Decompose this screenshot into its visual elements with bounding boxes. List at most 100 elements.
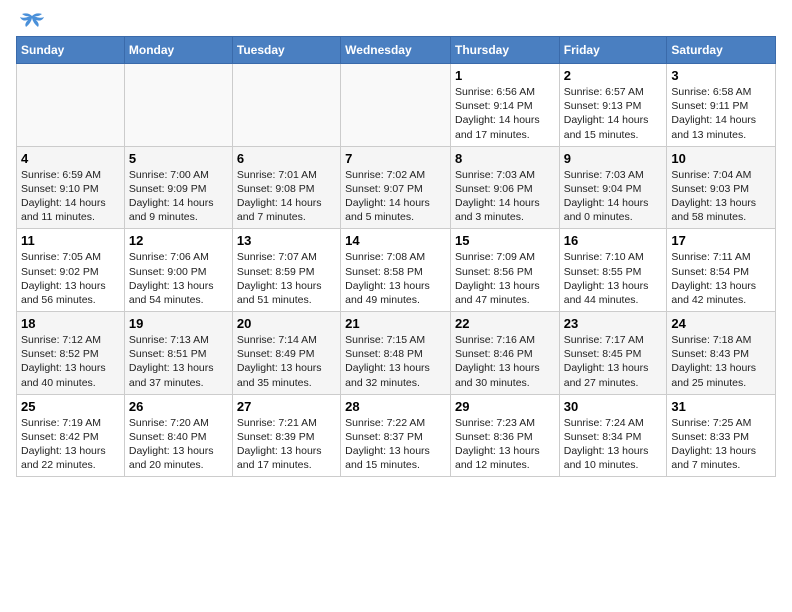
day-number: 29	[455, 399, 555, 414]
calendar-table: SundayMondayTuesdayWednesdayThursdayFrid…	[16, 36, 776, 477]
day-info: Sunrise: 7:04 AMSunset: 9:03 PMDaylight:…	[671, 168, 771, 225]
calendar-cell: 1 Sunrise: 6:56 AMSunset: 9:14 PMDaylight…	[450, 64, 559, 147]
day-number: 4	[21, 151, 120, 166]
day-info: Sunrise: 7:07 AMSunset: 8:59 PMDaylight:…	[237, 250, 336, 307]
calendar-cell	[17, 64, 125, 147]
day-info: Sunrise: 7:09 AMSunset: 8:56 PMDaylight:…	[455, 250, 555, 307]
day-number: 21	[345, 316, 446, 331]
calendar-week-row: 4 Sunrise: 6:59 AMSunset: 9:10 PMDaylight…	[17, 146, 776, 229]
day-number: 27	[237, 399, 336, 414]
calendar-cell: 11 Sunrise: 7:05 AMSunset: 9:02 PMDayligh…	[17, 229, 125, 312]
day-number: 13	[237, 233, 336, 248]
day-number: 26	[129, 399, 228, 414]
calendar-cell: 9 Sunrise: 7:03 AMSunset: 9:04 PMDaylight…	[559, 146, 667, 229]
calendar-week-row: 11 Sunrise: 7:05 AMSunset: 9:02 PMDayligh…	[17, 229, 776, 312]
day-number: 7	[345, 151, 446, 166]
day-number: 8	[455, 151, 555, 166]
day-info: Sunrise: 7:22 AMSunset: 8:37 PMDaylight:…	[345, 416, 446, 473]
day-of-week-header: Friday	[559, 37, 667, 64]
calendar-cell: 16Sunrise: 7:10 AMSunset: 8:55 PMDayligh…	[559, 229, 667, 312]
day-info: Sunrise: 7:01 AMSunset: 9:08 PMDaylight:…	[237, 168, 336, 225]
day-number: 1	[455, 68, 555, 83]
day-info: Sunrise: 6:59 AMSunset: 9:10 PMDaylight:…	[21, 168, 120, 225]
day-number: 31	[671, 399, 771, 414]
calendar-cell: 19 Sunrise: 7:13 AMSunset: 8:51 PMDayligh…	[124, 312, 232, 395]
calendar-cell: 7 Sunrise: 7:02 AMSunset: 9:07 PMDaylight…	[341, 146, 451, 229]
day-info: Sunrise: 7:12 AMSunset: 8:52 PMDaylight:…	[21, 333, 120, 390]
day-of-week-header: Tuesday	[232, 37, 340, 64]
day-info: Sunrise: 7:06 AMSunset: 9:00 PMDaylight:…	[129, 250, 228, 307]
calendar-cell: 22Sunrise: 7:16 AMSunset: 8:46 PMDayligh…	[450, 312, 559, 395]
day-info: Sunrise: 7:21 AMSunset: 8:39 PMDaylight:…	[237, 416, 336, 473]
day-info: Sunrise: 6:56 AMSunset: 9:14 PMDaylight:…	[455, 85, 555, 142]
day-of-week-header: Wednesday	[341, 37, 451, 64]
day-info: Sunrise: 7:23 AMSunset: 8:36 PMDaylight:…	[455, 416, 555, 473]
day-number: 2	[564, 68, 663, 83]
calendar-cell: 23Sunrise: 7:17 AMSunset: 8:45 PMDayligh…	[559, 312, 667, 395]
calendar-cell: 31Sunrise: 7:25 AMSunset: 8:33 PMDayligh…	[667, 394, 776, 477]
day-number: 24	[671, 316, 771, 331]
calendar-cell	[232, 64, 340, 147]
day-info: Sunrise: 7:02 AMSunset: 9:07 PMDaylight:…	[345, 168, 446, 225]
day-info: Sunrise: 7:03 AMSunset: 9:04 PMDaylight:…	[564, 168, 663, 225]
day-number: 19	[129, 316, 228, 331]
day-number: 18	[21, 316, 120, 331]
calendar-cell	[124, 64, 232, 147]
day-of-week-header: Saturday	[667, 37, 776, 64]
calendar-cell: 17 Sunrise: 7:11 AMSunset: 8:54 PMDayligh…	[667, 229, 776, 312]
calendar-week-row: 1 Sunrise: 6:56 AMSunset: 9:14 PMDaylight…	[17, 64, 776, 147]
day-info: Sunrise: 7:15 AMSunset: 8:48 PMDaylight:…	[345, 333, 446, 390]
calendar-cell: 25Sunrise: 7:19 AMSunset: 8:42 PMDayligh…	[17, 394, 125, 477]
day-number: 12	[129, 233, 228, 248]
calendar-cell: 27 Sunrise: 7:21 AMSunset: 8:39 PMDayligh…	[232, 394, 340, 477]
day-number: 22	[455, 316, 555, 331]
calendar-cell: 5Sunrise: 7:00 AMSunset: 9:09 PMDaylight…	[124, 146, 232, 229]
day-number: 17	[671, 233, 771, 248]
day-info: Sunrise: 7:18 AMSunset: 8:43 PMDaylight:…	[671, 333, 771, 390]
day-number: 9	[564, 151, 663, 166]
day-info: Sunrise: 7:05 AMSunset: 9:02 PMDaylight:…	[21, 250, 120, 307]
day-info: Sunrise: 7:19 AMSunset: 8:42 PMDaylight:…	[21, 416, 120, 473]
calendar-cell: 10Sunrise: 7:04 AMSunset: 9:03 PMDayligh…	[667, 146, 776, 229]
calendar-cell: 21 Sunrise: 7:15 AMSunset: 8:48 PMDayligh…	[341, 312, 451, 395]
day-info: Sunrise: 7:14 AMSunset: 8:49 PMDaylight:…	[237, 333, 336, 390]
calendar-cell: 4 Sunrise: 6:59 AMSunset: 9:10 PMDaylight…	[17, 146, 125, 229]
day-info: Sunrise: 7:08 AMSunset: 8:58 PMDaylight:…	[345, 250, 446, 307]
calendar-cell: 20 Sunrise: 7:14 AMSunset: 8:49 PMDayligh…	[232, 312, 340, 395]
day-number: 20	[237, 316, 336, 331]
day-info: Sunrise: 7:20 AMSunset: 8:40 PMDaylight:…	[129, 416, 228, 473]
day-info: Sunrise: 6:58 AMSunset: 9:11 PMDaylight:…	[671, 85, 771, 142]
day-number: 15	[455, 233, 555, 248]
day-info: Sunrise: 7:10 AMSunset: 8:55 PMDaylight:…	[564, 250, 663, 307]
day-info: Sunrise: 7:11 AMSunset: 8:54 PMDaylight:…	[671, 250, 771, 307]
calendar-cell	[341, 64, 451, 147]
calendar-header-row: SundayMondayTuesdayWednesdayThursdayFrid…	[17, 37, 776, 64]
calendar-week-row: 18 Sunrise: 7:12 AMSunset: 8:52 PMDayligh…	[17, 312, 776, 395]
day-of-week-header: Sunday	[17, 37, 125, 64]
day-number: 5	[129, 151, 228, 166]
day-info: Sunrise: 7:17 AMSunset: 8:45 PMDaylight:…	[564, 333, 663, 390]
day-number: 28	[345, 399, 446, 414]
calendar-cell: 26 Sunrise: 7:20 AMSunset: 8:40 PMDayligh…	[124, 394, 232, 477]
calendar-cell: 3 Sunrise: 6:58 AMSunset: 9:11 PMDaylight…	[667, 64, 776, 147]
day-info: Sunrise: 7:24 AMSunset: 8:34 PMDaylight:…	[564, 416, 663, 473]
page-header	[16, 16, 776, 30]
day-info: Sunrise: 7:13 AMSunset: 8:51 PMDaylight:…	[129, 333, 228, 390]
calendar-cell: 2 Sunrise: 6:57 AMSunset: 9:13 PMDaylight…	[559, 64, 667, 147]
calendar-cell: 18 Sunrise: 7:12 AMSunset: 8:52 PMDayligh…	[17, 312, 125, 395]
calendar-cell: 24 Sunrise: 7:18 AMSunset: 8:43 PMDayligh…	[667, 312, 776, 395]
calendar-cell: 8Sunrise: 7:03 AMSunset: 9:06 PMDaylight…	[450, 146, 559, 229]
logo	[16, 16, 46, 30]
day-number: 30	[564, 399, 663, 414]
calendar-cell: 14Sunrise: 7:08 AMSunset: 8:58 PMDayligh…	[341, 229, 451, 312]
day-number: 3	[671, 68, 771, 83]
day-info: Sunrise: 6:57 AMSunset: 9:13 PMDaylight:…	[564, 85, 663, 142]
calendar-cell: 30 Sunrise: 7:24 AMSunset: 8:34 PMDayligh…	[559, 394, 667, 477]
day-of-week-header: Monday	[124, 37, 232, 64]
calendar-cell: 28 Sunrise: 7:22 AMSunset: 8:37 PMDayligh…	[341, 394, 451, 477]
day-of-week-header: Thursday	[450, 37, 559, 64]
day-number: 11	[21, 233, 120, 248]
calendar-cell: 15 Sunrise: 7:09 AMSunset: 8:56 PMDayligh…	[450, 229, 559, 312]
calendar-cell: 6Sunrise: 7:01 AMSunset: 9:08 PMDaylight…	[232, 146, 340, 229]
calendar-cell: 12 Sunrise: 7:06 AMSunset: 9:00 PMDayligh…	[124, 229, 232, 312]
